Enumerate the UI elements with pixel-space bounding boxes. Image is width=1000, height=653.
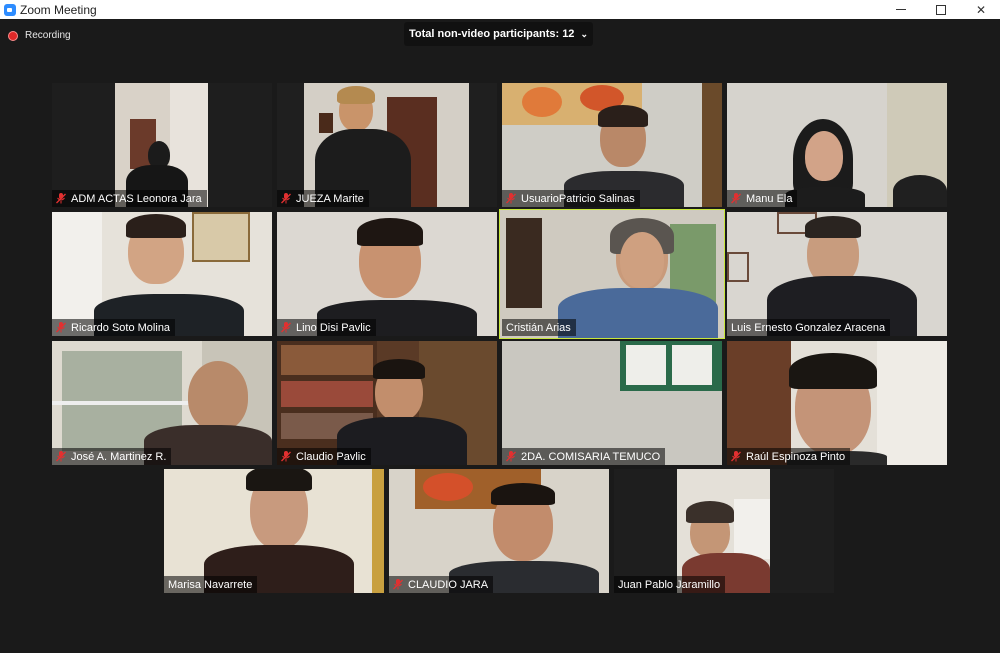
participant-name: Luis Ernesto Gonzalez Aracena [731,321,886,334]
participant-nameplate: Cristián Arias [502,319,576,336]
recording-icon [8,30,18,41]
video-tile[interactable]: Marisa Navarrete [164,469,384,593]
participant-name: Juan Pablo Jaramillo [618,578,721,591]
participant-nameplate: Juan Pablo Jaramillo [614,576,726,593]
minimize-icon [896,9,906,10]
video-tile[interactable]: ADM ACTAS Leonora Jara [52,83,272,207]
participant-nameplate: CLAUDIO JARA [389,576,494,593]
participant-nameplate: Manu Ela [727,190,798,207]
video-tile[interactable]: CLAUDIO JARA [389,469,609,593]
video-tile[interactable]: UsuarioPatricio Salinas [502,83,722,207]
muted-mic-icon [281,193,291,204]
participant-name: José A. Martinez R. [71,450,167,463]
zoom-app-icon [4,3,16,16]
maximize-button[interactable] [926,0,956,19]
participant-name: Manu Ela [746,192,793,205]
participant-nameplate: Raúl Espinoza Pinto [727,448,851,465]
participant-nameplate: UsuarioPatricio Salinas [502,190,640,207]
muted-mic-icon [731,193,741,204]
muted-mic-icon [56,322,66,333]
window-title: Zoom Meeting [20,2,97,17]
video-tile[interactable]: Manu Ela [727,83,947,207]
participant-nameplate: Claudio Pavlic [277,448,371,465]
participant-name: Ricardo Soto Molina [71,321,171,334]
muted-mic-icon [393,579,403,590]
muted-mic-icon [506,451,516,462]
participant-nameplate: 2DA. COMISARIA TEMUCO [502,448,666,465]
participant-name: 2DA. COMISARIA TEMUCO [521,450,661,463]
participant-name: Marisa Navarrete [168,578,253,591]
participant-nameplate: Luis Ernesto Gonzalez Aracena [727,319,891,336]
close-icon: ✕ [975,2,987,17]
participant-name: Lino Disi Pavlic [296,321,371,334]
participant-nameplate: Ricardo Soto Molina [52,319,176,336]
participant-nameplate: Lino Disi Pavlic [277,319,376,336]
video-tile[interactable]: Luis Ernesto Gonzalez Aracena [727,212,947,336]
participant-name: UsuarioPatricio Salinas [521,192,635,205]
video-tile[interactable]: Ricardo Soto Molina [52,212,272,336]
minimize-button[interactable] [886,0,916,19]
participant-nameplate: JUEZA Marite [277,190,369,207]
participant-nameplate: José A. Martinez R. [52,448,172,465]
video-tile[interactable]: José A. Martinez R. [52,341,272,465]
maximize-icon [936,4,946,15]
video-tile[interactable]: Juan Pablo Jaramillo [614,469,834,593]
participants-label: Total non-video participants: 12 [409,28,575,40]
participant-name: Cristián Arias [506,321,571,334]
muted-mic-icon [281,322,291,333]
video-tile[interactable]: JUEZA Marite [277,83,497,207]
video-tile[interactable]: Lino Disi Pavlic [277,212,497,336]
participant-name: CLAUDIO JARA [408,578,489,591]
video-tile[interactable]: Claudio Pavlic [277,341,497,465]
chevron-down-icon: ⌄ [580,28,588,39]
close-button[interactable]: ✕ [966,0,996,19]
muted-mic-icon [56,451,66,462]
recording-indicator[interactable]: Recording [8,30,71,41]
video-tile-active-speaker[interactable]: Cristián Arias [499,209,725,339]
video-tile[interactable]: Raúl Espinoza Pinto [727,341,947,465]
muted-mic-icon [281,451,291,462]
participant-name: JUEZA Marite [296,192,364,205]
participant-name: ADM ACTAS Leonora Jara [71,192,202,205]
non-video-participants-dropdown[interactable]: Total non-video participants: 12 ⌄ [404,22,593,46]
participant-nameplate: Marisa Navarrete [164,576,258,593]
participant-name: Raúl Espinoza Pinto [746,450,846,463]
participant-nameplate: ADM ACTAS Leonora Jara [52,190,207,207]
video-tile[interactable]: 2DA. COMISARIA TEMUCO [502,341,722,465]
recording-label: Recording [25,30,71,41]
participant-name: Claudio Pavlic [296,450,366,463]
muted-mic-icon [506,193,516,204]
title-bar: Zoom Meeting ✕ [0,0,1000,19]
muted-mic-icon [731,451,741,462]
muted-mic-icon [56,193,66,204]
